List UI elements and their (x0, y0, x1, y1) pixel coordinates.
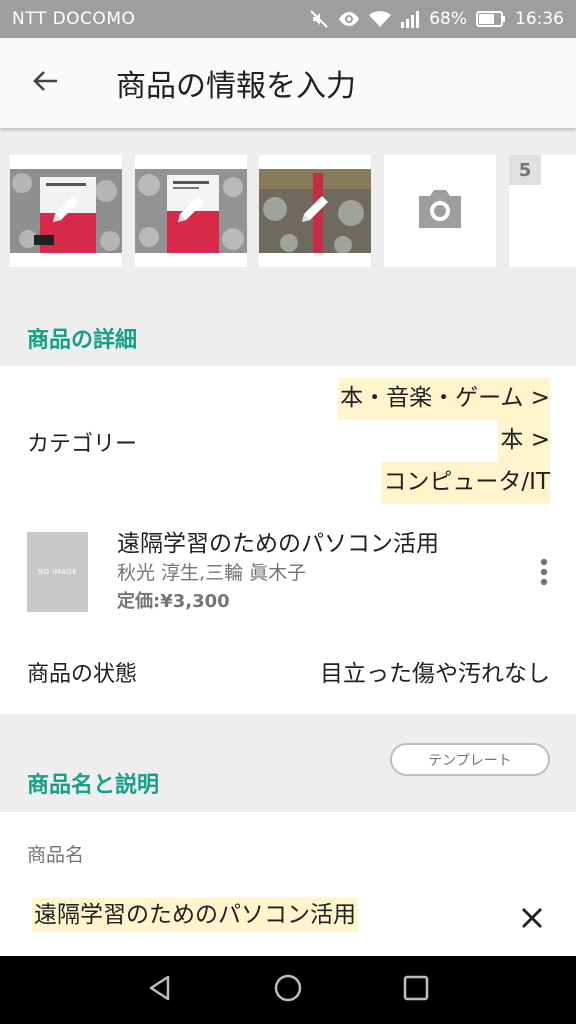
edit-photo-2[interactable] (135, 155, 247, 267)
close-icon (520, 906, 544, 934)
nav-back-button[interactable] (138, 968, 182, 1012)
status-bar: NTT DOCOMO 68% 16:36 (0, 0, 576, 38)
pencil-icon (298, 192, 332, 230)
book-author: 秋光 淳生,三輪 眞木子 (117, 562, 307, 584)
condition-label: 商品の状態 (27, 662, 138, 687)
details-section-header: 商品の詳細 (0, 288, 576, 366)
navigation-bar (0, 956, 576, 1024)
triangle-back-icon (146, 974, 174, 1006)
photo-slot-5[interactable]: 5 (509, 155, 576, 267)
details-card: カテゴリー 本・音楽・ゲーム > 本 > コンピュータ/IT NO IMAGE … (0, 366, 576, 714)
category-level-2: 本 > (498, 420, 550, 462)
wifi-icon (369, 10, 392, 28)
photo-slot-2[interactable] (135, 155, 247, 267)
carrier-name: NTT DOCOMO (12, 9, 136, 29)
edit-photo-1[interactable] (10, 155, 122, 267)
book-thumbnail: NO IMAGE (27, 532, 88, 612)
nav-recents-button[interactable] (394, 968, 438, 1012)
condition-row[interactable]: 商品の状態 目立った傷や汚れなし (0, 632, 576, 714)
name-section-title: 商品名と説明 (27, 773, 160, 798)
mute-icon (309, 9, 329, 29)
battery-percent: 68% (429, 9, 467, 29)
camera-icon (415, 188, 465, 234)
photo-slot-1[interactable] (10, 155, 122, 267)
pencil-icon (49, 192, 83, 230)
slot-number: 5 (509, 155, 541, 185)
app-bar: 商品の情報を入力 (0, 38, 576, 128)
back-button[interactable] (0, 38, 90, 128)
category-level-3: コンピュータ/IT (381, 462, 550, 504)
page-title: 商品の情報を入力 (116, 69, 356, 104)
category-label: カテゴリー (27, 432, 138, 457)
category-path: 本・音楽・ゲーム > 本 > コンピュータ/IT (338, 378, 550, 504)
condition-value: 目立った傷や汚れなし (320, 661, 550, 687)
clear-name-button[interactable] (512, 900, 552, 940)
edit-photo-3[interactable] (259, 155, 371, 267)
eye-icon (338, 9, 360, 29)
photo-strip[interactable]: 5 (0, 128, 576, 288)
signal-icon (400, 10, 420, 28)
template-button[interactable]: テンプレート (390, 743, 550, 776)
product-name-input[interactable]: 遠隔学習のためのパソコン活用 (32, 898, 506, 960)
arrow-left-icon (31, 67, 59, 99)
product-name-label: 商品名 (27, 844, 85, 866)
pencil-icon (174, 192, 208, 230)
more-options-button[interactable] (530, 552, 558, 596)
no-image-text: NO IMAGE (37, 568, 78, 576)
nav-home-button[interactable] (266, 968, 310, 1012)
category-level-1: 本・音楽・ゲーム > (338, 378, 550, 420)
add-photo-button[interactable] (384, 155, 496, 267)
details-section-title: 商品の詳細 (27, 328, 138, 353)
square-recents-icon (403, 975, 429, 1005)
category-row[interactable]: カテゴリー 本・音楽・ゲーム > 本 > コンピュータ/IT (0, 366, 576, 516)
product-name-value: 遠隔学習のためのパソコン活用 (32, 898, 358, 932)
circle-home-icon (273, 973, 303, 1007)
book-title: 遠隔学習のためのパソコン活用 (117, 531, 439, 557)
battery-icon (476, 11, 506, 27)
photo-slot-3[interactable] (259, 155, 371, 267)
book-price: 定価:¥3,300 (117, 591, 230, 612)
book-info-row: NO IMAGE 遠隔学習のためのパソコン活用 秋光 淳生,三輪 眞木子 定価:… (0, 516, 576, 632)
product-name-card: 商品名 遠隔学習のためのパソコン活用 (0, 812, 576, 960)
clock: 16:36 (515, 9, 564, 29)
more-vertical-icon (540, 558, 548, 590)
